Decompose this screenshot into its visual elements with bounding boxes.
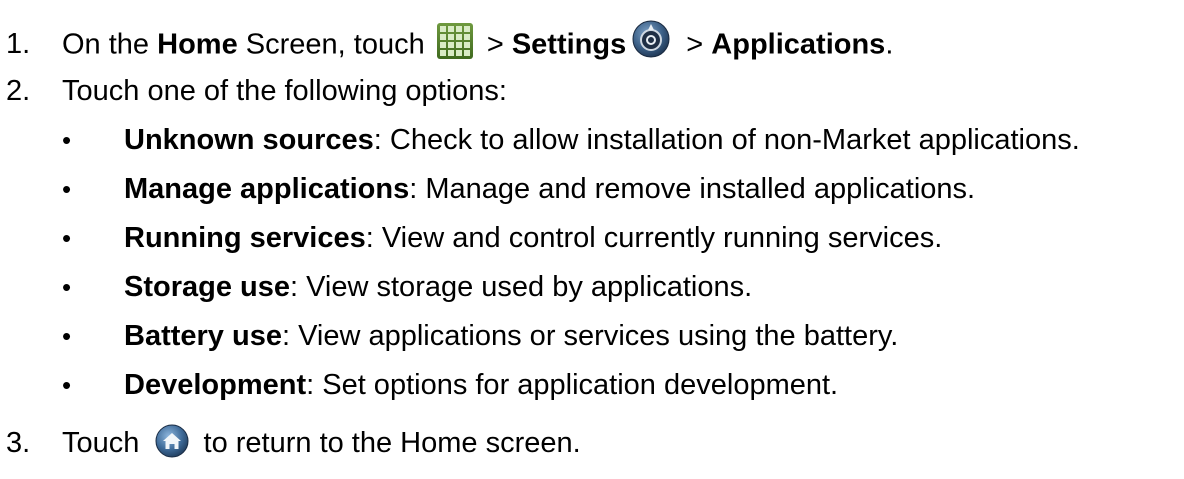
settings-label: Settings [511,28,627,61]
text-fragment: > [478,28,512,61]
step-text: Touch one of the following options: [62,75,507,107]
step-text: On the Home Screen, touch > Settings > A… [62,20,894,65]
bullet: • [62,174,72,204]
home-icon [155,424,189,458]
option-desc: : Check to allow installation of non-Mar… [373,124,1080,156]
option-text: Development: Set options for application… [124,368,838,402]
text-fragment: Screen, touch [237,28,433,61]
text-fragment: On the [62,28,158,61]
option-text: Manage applications: Manage and remove i… [124,172,975,206]
bullet: • [62,223,72,253]
text-fragment: > [678,28,712,61]
option-name: Unknown sources [124,124,374,156]
option-desc: : View storage used by applications. [290,271,753,303]
text-fragment: . [885,28,894,61]
step-text: Touch to return to the Home screen. [62,424,581,461]
home-label: Home [157,28,238,61]
option-desc: : View applications or services using th… [281,320,899,352]
option-name: Manage applications [124,173,410,205]
text-fragment: to return to the Home screen. [195,427,581,459]
text-fragment: Touch [62,427,148,459]
bullet: • [62,125,72,155]
option-name: Storage use [124,271,290,303]
option-name: Battery use [124,320,282,352]
option-name: Development [124,369,307,401]
settings-icon [632,20,670,58]
applications-label: Applications [711,28,886,61]
step-number: 1. [6,28,31,60]
option-desc: : Manage and remove installed applicatio… [409,173,976,205]
step-number: 2. [6,75,31,107]
option-text: Unknown sources: Check to allow installa… [124,123,1080,157]
bullet: • [62,272,72,302]
bullet: • [62,370,72,400]
app-grid-icon [436,23,473,59]
step-number: 3. [6,427,31,459]
option-text: Running services: View and control curre… [124,221,942,255]
option-text: Storage use: View storage used by applic… [124,270,752,304]
bullet: • [62,321,72,351]
option-name: Running services [124,222,366,254]
option-text: Battery use: View applications or servic… [124,319,898,353]
option-desc: : View and control currently running ser… [365,222,943,254]
option-desc: : Set options for application developmen… [306,369,839,401]
